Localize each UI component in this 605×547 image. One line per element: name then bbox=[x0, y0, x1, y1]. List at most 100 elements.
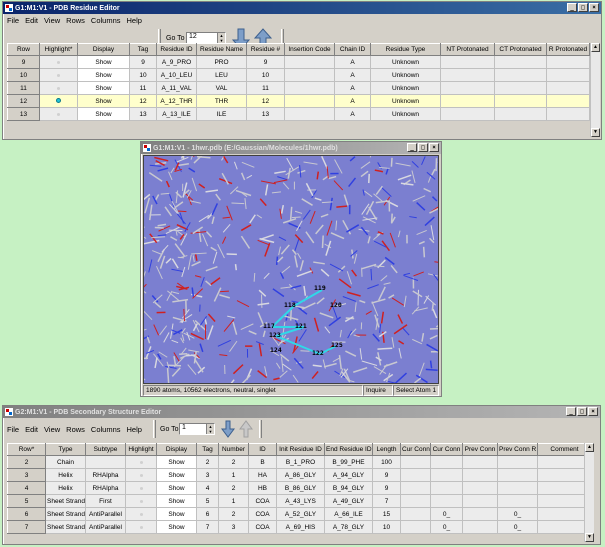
col-nt-protonated[interactable]: NT Protonated bbox=[440, 43, 495, 56]
highlight-cell[interactable] bbox=[125, 481, 157, 495]
col-prev-conn[interactable]: Prev Conn bbox=[462, 443, 498, 456]
col-residue-type[interactable]: Residue Type bbox=[370, 43, 441, 56]
menu-help[interactable]: Help bbox=[125, 425, 144, 434]
col-prev-conn-r[interactable]: Prev Conn R bbox=[497, 443, 538, 456]
col-cur-conn-2[interactable]: Cur Conn bbox=[430, 443, 463, 456]
display-cell[interactable]: Show bbox=[77, 94, 130, 108]
highlight-cell[interactable] bbox=[39, 81, 78, 95]
col-cur-conn-1[interactable]: Cur Conn bbox=[400, 443, 431, 456]
col-residue-id[interactable]: Residue ID bbox=[156, 43, 197, 56]
display-cell[interactable]: Show bbox=[77, 68, 130, 82]
row-number[interactable]: 3 bbox=[7, 468, 46, 482]
display-cell[interactable]: Show bbox=[156, 481, 197, 495]
col-tag[interactable]: Tag bbox=[196, 443, 219, 456]
table-row[interactable]: 5 Sheet Strand First Show 5 1 COA A_43_LYS A_49_… bbox=[7, 494, 592, 508]
menu-rows[interactable]: Rows bbox=[64, 425, 87, 434]
residue-editor-titlebar[interactable]: G1:M1:V1 - PDB Residue Editor _ □ × bbox=[3, 2, 601, 14]
table-row[interactable]: 3 Helix RHAlpha Show 3 1 HA A_86_GLY A_94_GLY 9 bbox=[7, 468, 592, 482]
close-icon[interactable]: × bbox=[429, 143, 439, 152]
col-row[interactable]: Row* bbox=[7, 443, 46, 456]
col-id[interactable]: ID bbox=[248, 443, 277, 456]
highlight-cell[interactable] bbox=[39, 55, 78, 69]
menu-edit[interactable]: Edit bbox=[23, 425, 40, 434]
highlight-cell[interactable] bbox=[125, 494, 157, 508]
table-row[interactable]: 6 Sheet Strand AntiParallel Show 6 2 COA A_52_G… bbox=[7, 507, 592, 521]
row-number[interactable]: 6 bbox=[7, 507, 46, 521]
menu-file[interactable]: File bbox=[5, 16, 21, 25]
secondary-editor-titlebar[interactable]: G2:M1:V1 - PDB Secondary Structure Edito… bbox=[3, 406, 600, 418]
col-type[interactable]: Type bbox=[45, 443, 86, 456]
maximize-icon[interactable]: □ bbox=[418, 143, 428, 152]
row-number[interactable]: 5 bbox=[7, 494, 46, 508]
menu-rows[interactable]: Rows bbox=[64, 16, 87, 25]
display-cell[interactable]: Show bbox=[156, 455, 197, 469]
highlight-cell[interactable] bbox=[125, 520, 157, 534]
close-icon[interactable]: × bbox=[589, 3, 599, 12]
display-cell[interactable]: Show bbox=[77, 55, 130, 69]
col-subtype[interactable]: Subtype bbox=[85, 443, 126, 456]
highlight-cell[interactable] bbox=[125, 455, 157, 469]
col-r-protonated[interactable]: R Protonated bbox=[546, 43, 590, 56]
minimize-icon[interactable]: _ bbox=[566, 407, 576, 416]
molecule-view-titlebar[interactable]: G1:M1:V1 - 1hwr.pdb (E:/Gaussian/Molecul… bbox=[141, 142, 441, 154]
display-cell[interactable]: Show bbox=[156, 468, 197, 482]
row-number[interactable]: 12 bbox=[7, 94, 40, 108]
scroll-up-icon[interactable]: ▲ bbox=[585, 443, 594, 452]
row-number[interactable]: 2 bbox=[7, 455, 46, 469]
col-row[interactable]: Row bbox=[7, 43, 40, 56]
col-tag[interactable]: Tag bbox=[129, 43, 157, 56]
secondary-table-scrollbar[interactable]: ▲ ▼ bbox=[584, 443, 594, 542]
molecule-viewport[interactable]: 119 118 120 117 121 123 124 122 125 bbox=[143, 155, 439, 384]
row-number[interactable]: 11 bbox=[7, 81, 40, 95]
col-init-residue[interactable]: Init Residue ID bbox=[276, 443, 325, 456]
maximize-icon[interactable]: □ bbox=[577, 407, 587, 416]
display-cell[interactable]: Show bbox=[156, 507, 197, 521]
table-row[interactable]: 9 Show 9 A_9_PRO PRO 9 A Unknown bbox=[7, 55, 590, 69]
table-row-selected[interactable]: 12 Show 12 A_12_THR THR 12 A Unknown bbox=[7, 94, 590, 108]
col-highlight[interactable]: Highlight* bbox=[39, 43, 78, 56]
row-number[interactable]: 10 bbox=[7, 68, 40, 82]
table-row[interactable]: 10 Show 10 A_10_LEU LEU 10 A Unknown bbox=[7, 68, 590, 82]
highlight-cell[interactable] bbox=[39, 68, 78, 82]
row-number[interactable]: 9 bbox=[7, 55, 40, 69]
col-highlight[interactable]: Highlight bbox=[125, 443, 157, 456]
col-ct-protonated[interactable]: CT Protonated bbox=[494, 43, 547, 56]
menu-edit[interactable]: Edit bbox=[23, 16, 40, 25]
col-chain-id[interactable]: Chain ID bbox=[334, 43, 371, 56]
highlight-cell[interactable] bbox=[125, 507, 157, 521]
highlight-cell[interactable] bbox=[125, 468, 157, 482]
row-number[interactable]: 13 bbox=[7, 107, 40, 121]
scroll-down-icon[interactable]: ▼ bbox=[585, 533, 594, 542]
menu-view[interactable]: View bbox=[42, 16, 62, 25]
row-number[interactable]: 4 bbox=[7, 481, 46, 495]
table-row[interactable]: 13 Show 13 A_13_ILE ILE 13 A Unknown bbox=[7, 107, 590, 121]
arrow-down-icon[interactable] bbox=[221, 420, 235, 438]
display-cell[interactable]: Show bbox=[77, 81, 130, 95]
col-number[interactable]: Number bbox=[218, 443, 249, 456]
minimize-icon[interactable]: _ bbox=[567, 3, 577, 12]
residue-table-scrollbar[interactable]: ▲ ▼ bbox=[590, 43, 600, 137]
col-display[interactable]: Display bbox=[156, 443, 197, 456]
close-icon[interactable]: × bbox=[588, 407, 598, 416]
col-display[interactable]: Display bbox=[77, 43, 130, 56]
col-residue-num[interactable]: Residue # bbox=[246, 43, 285, 56]
col-insertion-code[interactable]: Insertion Code bbox=[284, 43, 335, 56]
display-cell[interactable]: Show bbox=[156, 494, 197, 508]
col-length[interactable]: Length bbox=[372, 443, 401, 456]
menu-file[interactable]: File bbox=[5, 425, 21, 434]
table-row[interactable]: 4 Helix RHAlpha Show 4 2 HB B_86_GLY B_94_GLY 9 bbox=[7, 481, 592, 495]
scroll-up-icon[interactable]: ▲ bbox=[591, 43, 600, 52]
scroll-down-icon[interactable]: ▼ bbox=[591, 128, 600, 137]
table-row[interactable]: 7 Sheet Strand AntiParallel Show 7 3 COA A_69_H… bbox=[7, 520, 592, 534]
maximize-icon[interactable]: □ bbox=[578, 3, 588, 12]
minimize-icon[interactable]: _ bbox=[407, 143, 417, 152]
table-row[interactable]: 2 Chain Show 2 2 B B_1_PRO B_99_PHE 100 bbox=[7, 455, 592, 469]
highlight-cell[interactable] bbox=[39, 107, 78, 121]
col-end-residue[interactable]: End Residue ID bbox=[324, 443, 373, 456]
spin-arrows-icon[interactable]: ▲ ▼ bbox=[206, 424, 214, 434]
display-cell[interactable]: Show bbox=[156, 520, 197, 534]
col-residue-name[interactable]: Residue Name bbox=[196, 43, 247, 56]
row-number[interactable]: 7 bbox=[7, 520, 46, 534]
display-cell[interactable]: Show bbox=[77, 107, 130, 121]
table-row[interactable]: 11 Show 11 A_11_VAL VAL 11 A Unknown bbox=[7, 81, 590, 95]
